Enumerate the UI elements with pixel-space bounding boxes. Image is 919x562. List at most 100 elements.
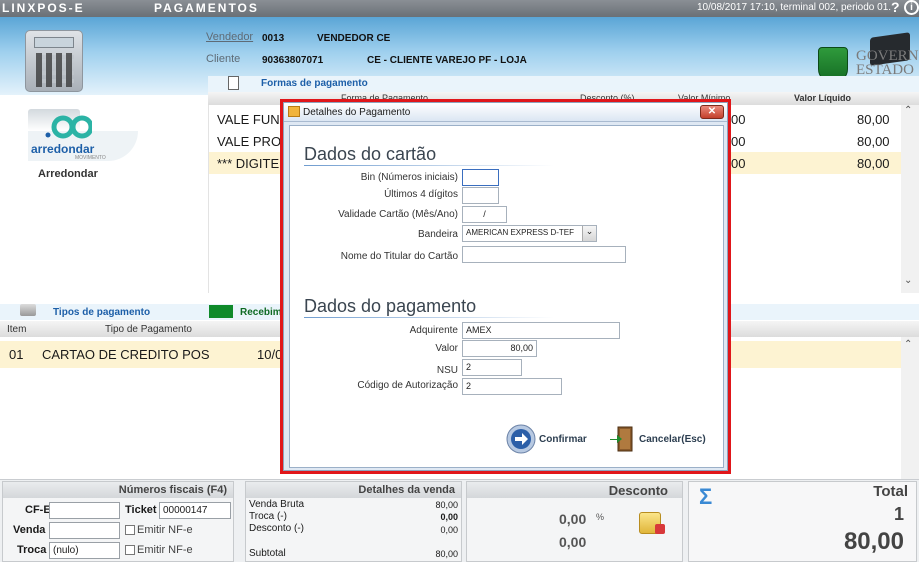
fiscal-title: Números fiscais (F4) [118, 484, 227, 496]
sigma-icon: Σ [699, 484, 713, 509]
discount-panel: Desconto 0,00 % 0,00 [466, 481, 683, 562]
document-icon [228, 76, 239, 90]
sale-details-title: Detalhes da venda [358, 484, 455, 496]
autorizacao-label: Código de Autorização [357, 380, 458, 391]
bin-input[interactable] [462, 169, 499, 186]
arredondar-wordmark: arredondar [31, 142, 95, 156]
tipo-date: 10/0 [257, 347, 283, 362]
troca-minus-label: Troca (-) [249, 511, 287, 522]
last4-label: Últimos 4 dígitos [384, 189, 458, 200]
exit-door-icon [610, 426, 633, 452]
forma-net: 80,00 [857, 156, 890, 171]
payment-section-divider [304, 317, 554, 318]
fiscal-numbers-panel: Números fiscais (F4) CF-E Ticket 0000014… [2, 481, 234, 562]
module-title: PAGAMENTOS [154, 1, 259, 15]
bin-label: Bin (Números iniciais) [360, 172, 458, 183]
dialog-title: Detalhes do Pagamento [303, 107, 411, 118]
arredondar-label[interactable]: Arredondar [38, 168, 98, 180]
forma-min: 00 [731, 134, 746, 149]
valor-label: Valor [435, 343, 458, 354]
scroll-up-icon[interactable]: ⌃ [904, 339, 912, 350]
validade-label: Validade Cartão (Mês/Ano) [338, 209, 458, 220]
payment-section-title: Dados do pagamento [304, 296, 477, 316]
scroll-up-icon[interactable]: ⌃ [904, 105, 912, 116]
recebimento-label: Recebim [240, 307, 282, 318]
total-panel: Σ Total 1 80,00 [688, 481, 917, 562]
payment-details-dialog: Detalhes do Pagamento ✕ Dados do cartão … [283, 102, 728, 471]
titular-input[interactable] [462, 246, 626, 263]
subtotal-label: Subtotal [249, 548, 286, 559]
info-icon[interactable]: i [904, 0, 919, 15]
discount-amount-value[interactable]: 0,00 [559, 534, 586, 550]
discount-percent-value[interactable]: 0,00 [559, 511, 586, 527]
payment-types-scrollbar[interactable]: ⌃ [901, 337, 919, 479]
confirm-button[interactable]: Confirmar [506, 424, 590, 454]
col-item: Item [7, 324, 27, 335]
percent-symbol: % [596, 512, 605, 522]
forms-scrollbar[interactable]: ⌃ ⌄ [901, 105, 919, 293]
titular-label: Nome do Titular do Cartão [340, 251, 458, 262]
discount-arrow-icon [655, 524, 665, 534]
dialog-title-bar: Detalhes do Pagamento ✕ [284, 103, 727, 122]
forma-min: 00 [731, 156, 746, 171]
emitir-nfe-label-1: Emitir NF-e [137, 524, 193, 536]
cancel-label: Cancelar(Esc) [639, 434, 706, 445]
bandeira-label: Bandeira [417, 229, 458, 240]
cfe-label: CF-E [25, 504, 51, 516]
vendedor-name: VENDEDOR CE [317, 33, 391, 44]
emitir-nfe-checkbox-1[interactable] [125, 525, 135, 535]
total-items: 1 [893, 504, 904, 524]
forma-net: 80,00 [857, 112, 890, 127]
chevron-down-icon[interactable]: ⌄ [582, 226, 596, 241]
scroll-down-icon[interactable]: ⌄ [904, 275, 912, 286]
nsu-label: NSU [436, 365, 458, 376]
card-section-divider [304, 165, 554, 166]
folder-icon [288, 106, 300, 117]
vendedor-code: 0013 [262, 33, 285, 44]
forms-of-payment-bar: Formas de pagamento [208, 76, 919, 92]
dialog-body: Dados do cartão Bin (Números iniciais) Ú… [289, 125, 724, 468]
arredondar-logo-icon[interactable] [42, 111, 92, 141]
troca-minus-value: 0,00 [440, 512, 458, 522]
col-valor-liquido: Valor Líquido [794, 93, 852, 103]
nsu-input[interactable]: 2 [462, 359, 522, 376]
help-icon[interactable]: ? [891, 0, 900, 15]
tipo-item: 01 [9, 347, 24, 362]
total-value: 80,00 [843, 528, 904, 555]
sale-details-panel: Detalhes da venda Venda Bruta 80,00 Troc… [245, 481, 462, 562]
ticket-input[interactable]: 00000147 [159, 502, 231, 519]
forma-min: 00 [731, 112, 746, 127]
bandeira-select[interactable]: AMERICAN EXPRESS D-TEF ⌄ [462, 225, 597, 242]
cliente-label: Cliente [206, 53, 241, 65]
subtotal-value: 80,00 [435, 549, 458, 559]
bandeira-value: AMERICAN EXPRESS D-TEF [466, 228, 575, 237]
forma-name: *** DIGITE [217, 156, 280, 171]
forma-net: 80,00 [857, 134, 890, 149]
vendedor-label: Vendedor [206, 31, 254, 43]
close-button[interactable]: ✕ [700, 105, 724, 119]
troca-input[interactable]: (nulo) [49, 542, 120, 559]
cfe-input[interactable] [49, 502, 120, 519]
arredondar-sub: MOVIMENTO [75, 155, 106, 161]
cliente-code: 90363807071 [262, 55, 324, 66]
autorizacao-input[interactable]: 2 [462, 378, 562, 395]
desconto-minus-label: Desconto (-) [249, 523, 305, 534]
title-bar: LINXPOS-E PAGAMENTOS 10/08/2017 17:10, t… [0, 0, 919, 17]
valor-input[interactable]: 80,00 [462, 340, 537, 357]
cancel-button[interactable]: Cancelar(Esc) [608, 424, 708, 454]
adquirente-input[interactable]: AMEX [462, 322, 620, 339]
forma-name: VALE FUNC [217, 112, 289, 127]
tipo-name: CARTAO DE CREDITO POS [42, 347, 210, 362]
last4-input[interactable] [462, 187, 499, 204]
recebimento-icon [209, 305, 233, 318]
venda-input[interactable] [49, 522, 120, 539]
validade-input[interactable]: / [462, 206, 507, 223]
venda-bruta-value: 80,00 [435, 500, 458, 510]
discount-title: Desconto [608, 483, 668, 498]
emitir-nfe-label-2: Emitir NF-e [137, 544, 193, 556]
payment-types-title: Tipos de pagamento [53, 307, 151, 318]
troca-label: Troca [17, 544, 47, 556]
emitir-nfe-checkbox-2[interactable] [125, 545, 135, 555]
ticket-label: Ticket [125, 504, 157, 516]
total-title: Total [873, 483, 908, 500]
